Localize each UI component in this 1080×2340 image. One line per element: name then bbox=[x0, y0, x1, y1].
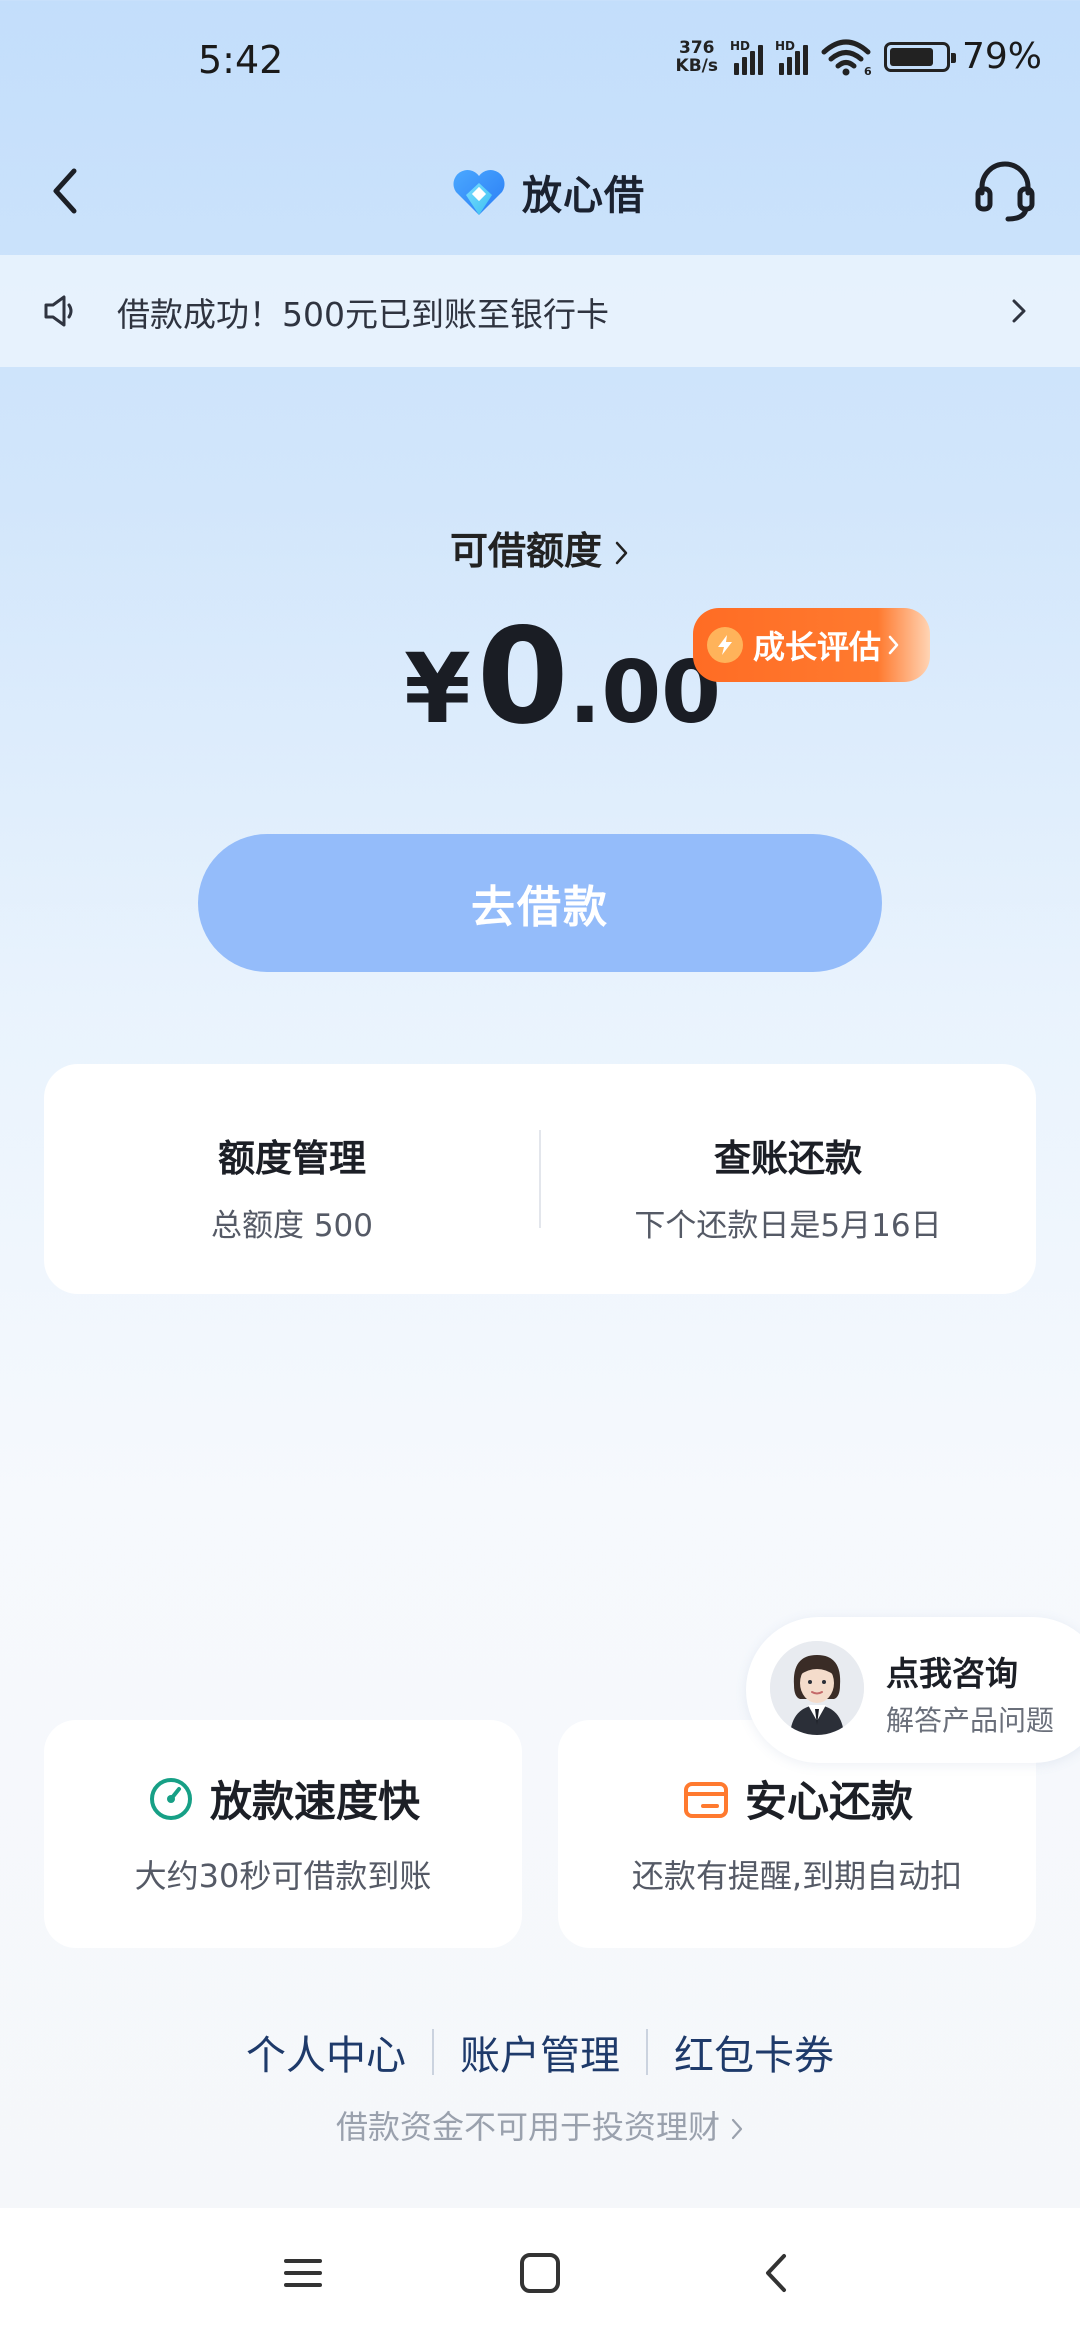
heart-logo-icon bbox=[453, 169, 505, 215]
status-bar: 5:42 376 KB/s HD HD 6 79% bbox=[0, 0, 1080, 125]
consult-subtitle: 解答产品问题 bbox=[886, 1704, 1055, 1737]
link-personal-center[interactable]: 个人中心 bbox=[220, 2023, 432, 2081]
chevron-right-icon bbox=[731, 2118, 743, 2140]
signal-sim1-icon: HD bbox=[730, 39, 763, 75]
signal-sim2-icon: HD bbox=[775, 39, 808, 75]
currency-symbol: ¥ bbox=[404, 633, 471, 745]
lightning-icon bbox=[707, 627, 743, 663]
wallet-icon bbox=[683, 1781, 728, 1818]
system-nav-bar bbox=[0, 2208, 1080, 2340]
wifi-icon: 6 bbox=[821, 39, 872, 76]
network-speed: 376 KB/s bbox=[675, 37, 718, 76]
available-amount: ¥ 0 .00 bbox=[404, 600, 721, 754]
notice-bar[interactable]: 借款成功！500元已到账至银行卡 bbox=[0, 255, 1080, 367]
account-card: 额度管理 总额度 500 查账还款 下个还款日是5月16日 bbox=[44, 1064, 1036, 1294]
status-icons: 376 KB/s HD HD 6 79% bbox=[676, 36, 1042, 77]
status-time: 5:42 bbox=[198, 38, 284, 82]
avatar bbox=[770, 1641, 864, 1735]
notice-text: 借款成功！500元已到账至银行卡 bbox=[117, 295, 609, 334]
headset-icon[interactable] bbox=[970, 155, 1040, 225]
borrow-button[interactable]: 去借款 bbox=[198, 834, 882, 972]
back-nav-icon[interactable] bbox=[752, 2248, 802, 2298]
credit-limit-label[interactable]: 可借额度 bbox=[0, 520, 1080, 575]
menu-icon[interactable] bbox=[278, 2248, 328, 2298]
bill-repayment[interactable]: 查账还款 下个还款日是5月16日 bbox=[540, 1064, 1036, 1294]
speaker-icon bbox=[44, 295, 73, 327]
consult-bubble[interactable]: 点我咨询 解答产品问题 bbox=[746, 1617, 1080, 1763]
growth-assessment-badge[interactable]: 成长评估 bbox=[693, 608, 930, 682]
amount-integer: 0 bbox=[476, 600, 569, 754]
chevron-right-icon bbox=[615, 541, 628, 565]
chevron-right-icon bbox=[888, 635, 899, 655]
link-coupons[interactable]: 红包卡券 bbox=[648, 2023, 860, 2081]
chevron-right-icon bbox=[1012, 299, 1026, 323]
nav-bar: 放心借 bbox=[0, 125, 1080, 255]
battery-percent: 79% bbox=[961, 36, 1042, 77]
page-title: 放心借 bbox=[522, 173, 645, 219]
home-icon[interactable] bbox=[515, 2248, 565, 2298]
app-logo: 放心借 bbox=[450, 163, 645, 221]
footer-links: 个人中心 账户管理 红包卡券 bbox=[0, 2023, 1080, 2081]
speedometer-icon bbox=[149, 1777, 192, 1820]
consult-title: 点我咨询 bbox=[886, 1654, 1018, 1693]
feature-fast-loan: 放款速度快 大约30秒可借款到账 bbox=[44, 1720, 522, 1948]
back-icon[interactable] bbox=[38, 155, 98, 225]
limit-management[interactable]: 额度管理 总额度 500 bbox=[44, 1064, 540, 1294]
growth-label: 成长评估 bbox=[753, 628, 882, 666]
svg-text:6: 6 bbox=[864, 65, 872, 76]
link-account-management[interactable]: 账户管理 bbox=[434, 2023, 646, 2081]
disclaimer[interactable]: 借款资金不可用于投资理财 bbox=[0, 2102, 1080, 2148]
battery-icon bbox=[883, 41, 956, 72]
